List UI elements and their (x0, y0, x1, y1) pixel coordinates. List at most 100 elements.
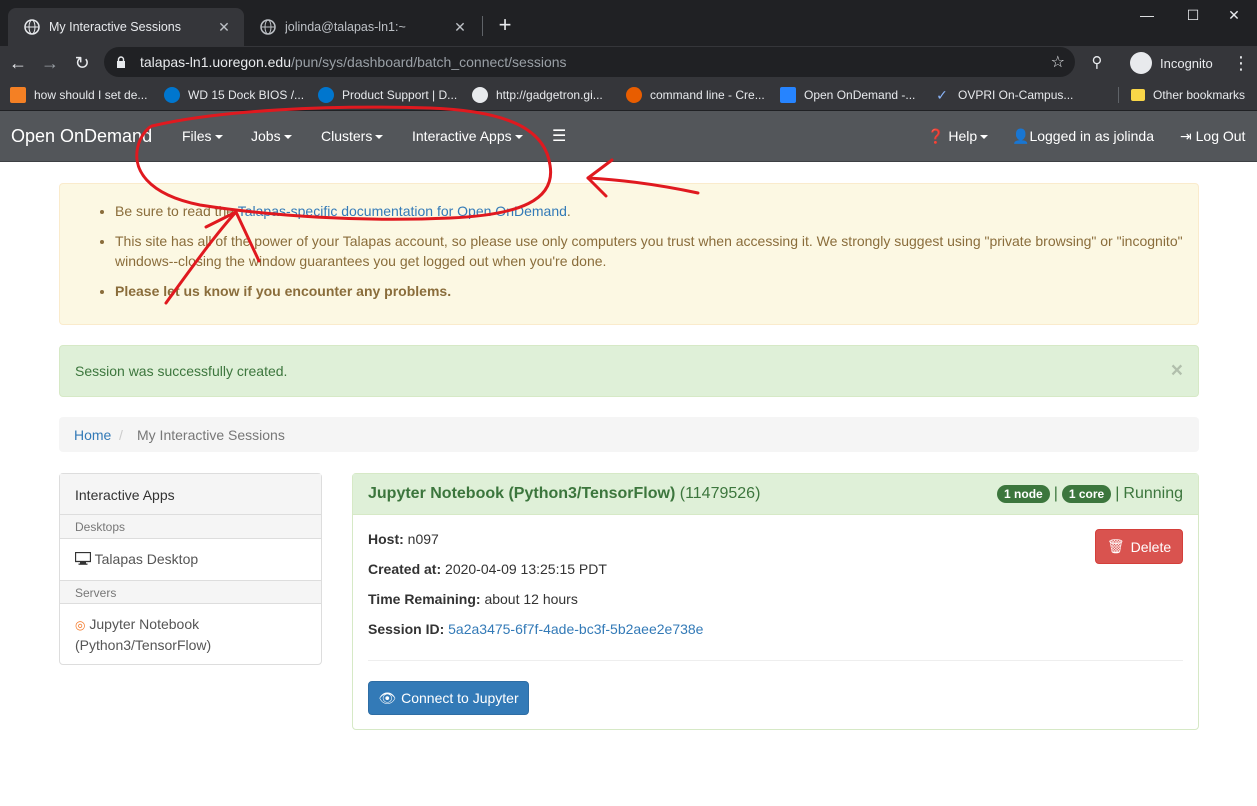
caret-down-icon (283, 135, 292, 140)
bookmark-item[interactable]: http://gadgetron.gi... (472, 85, 603, 105)
time-remaining-value: about 12 hours (484, 591, 578, 607)
other-bookmarks-label: Other bookmarks (1153, 88, 1246, 102)
url-path: /pun/sys/dashboard/batch_connect/session… (291, 54, 567, 70)
incognito-icon (1130, 52, 1152, 74)
help-menu[interactable]: ❓ Help (927, 128, 989, 145)
sidebar-header: Interactive Apps (60, 474, 321, 515)
bookmark-label: OVPRI On-Campus... (958, 88, 1074, 102)
announcement-text: . (566, 203, 571, 219)
sidebar-item-talapas-desktop[interactable]: Talapas Desktop (74, 549, 199, 569)
other-bookmarks[interactable]: Other bookmarks (1131, 85, 1245, 105)
minimize-button[interactable]: — (1124, 4, 1170, 28)
bookmark-label: http://gadgetron.gi... (496, 88, 603, 102)
close-tab-icon[interactable]: ✕ (216, 19, 232, 36)
jobs-menu-label: Jobs (251, 128, 281, 144)
bookmark-separator (1118, 87, 1119, 103)
delete-label: Delete (1130, 538, 1172, 555)
bookmark-label: command line - Cre... (650, 88, 765, 102)
nodes-badge: 1 node (997, 485, 1050, 503)
logged-in-label: Logged in as jolinda (1029, 128, 1154, 144)
connect-label: Connect to Jupyter (401, 690, 519, 706)
sidebar-category-servers: Servers (60, 580, 321, 604)
breadcrumb-home-link[interactable]: Home (74, 427, 111, 443)
browser-toolbar: ← → ↻ talapas-ln1.uoregon.edu/pun/sys/da… (0, 46, 1257, 79)
created-info: Created at: 2020-04-09 13:25:15 PDT (368, 561, 607, 577)
cores-badge: 1 core (1061, 485, 1112, 503)
jobs-menu[interactable]: Jobs (251, 128, 292, 144)
bookmark-label: Product Support | D... (342, 88, 458, 102)
dell-icon (318, 87, 334, 103)
logged-in-user: 👤Logged in as jolinda (1012, 128, 1154, 145)
sidebar-item-jupyter[interactable]: ◎ Jupyter Notebook (Python3/TensorFlow) (75, 614, 211, 655)
bookmark-star-icon[interactable]: ☆ (1051, 52, 1065, 72)
brand-link[interactable]: Open OnDemand (11, 126, 152, 147)
breadcrumb-current: My Interactive Sessions (137, 427, 285, 443)
host-info: Host: n097 (368, 531, 439, 547)
incognito-indicator[interactable]: Incognito (1130, 50, 1213, 76)
documentation-link[interactable]: Talapas-specific documentation for Open … (238, 203, 567, 219)
address-bar[interactable]: talapas-ln1.uoregon.edu/pun/sys/dashboar… (104, 47, 1075, 77)
globe-icon (472, 87, 488, 103)
sidebar-item-label: (Python3/TensorFlow) (75, 637, 212, 653)
time-remaining-label: Time Remaining: (368, 591, 481, 607)
confluence-icon (780, 87, 796, 103)
bookmark-item[interactable]: WD 15 Dock BIOS /... (164, 85, 304, 105)
folder-icon (1131, 89, 1145, 101)
session-title: Jupyter Notebook (Python3/TensorFlow) (1… (368, 485, 760, 503)
created-label: Created at: (368, 561, 442, 577)
question-circle-icon: ❓ (927, 128, 945, 144)
dismiss-alert-button[interactable]: × (1171, 359, 1183, 383)
bookmark-item[interactable]: how should I set de... (10, 85, 147, 105)
trash-icon: 🗑 (1106, 538, 1125, 554)
tab-title: jolinda@talapas-ln1:~ (285, 20, 406, 34)
delete-button[interactable]: 🗑 Delete (1095, 529, 1183, 564)
bookmark-item[interactable]: command line - Cre... (626, 85, 765, 105)
search-icon[interactable]: ⚲ (1084, 50, 1110, 76)
maximize-button[interactable]: ☐ (1170, 4, 1216, 28)
clusters-menu-label: Clusters (321, 128, 373, 144)
lock-icon (117, 56, 125, 68)
reload-icon[interactable]: ↻ (69, 50, 95, 76)
dell-icon (164, 87, 180, 103)
bookmark-label: WD 15 Dock BIOS /... (188, 88, 305, 102)
files-menu[interactable]: Files (182, 128, 223, 144)
session-panel: Jupyter Notebook (Python3/TensorFlow) (1… (352, 473, 1199, 730)
connect-to-jupyter-button[interactable]: 👁 Connect to Jupyter (368, 681, 529, 715)
bookmark-item[interactable]: Product Support | D... (318, 85, 457, 105)
announcement-text: Be sure to read the (115, 203, 238, 219)
back-arrow-icon[interactable]: ← (5, 50, 31, 76)
session-name: Jupyter Notebook (Python3/TensorFlow) (368, 485, 676, 502)
close-window-button[interactable]: ✕ (1211, 4, 1257, 28)
forward-arrow-icon[interactable]: → (37, 50, 63, 76)
stackoverflow-icon (10, 87, 26, 103)
tab-terminal[interactable]: jolinda@talapas-ln1:~ ✕ (244, 8, 480, 46)
tab-my-interactive-sessions[interactable]: My Interactive Sessions ✕ (8, 8, 244, 46)
url-host: talapas-ln1.uoregon.edu (140, 54, 292, 70)
new-tab-button[interactable]: + (494, 12, 516, 38)
jupyter-icon: ◎ (75, 618, 86, 632)
host-label: Host: (368, 531, 404, 547)
clusters-menu[interactable]: Clusters (321, 128, 384, 144)
logout-link[interactable]: ⇥ Log Out (1180, 128, 1245, 145)
status-divider: | (1053, 485, 1058, 502)
success-alert: Session was successfully created. × (59, 345, 1199, 397)
menu-icon[interactable]: ⋮ (1228, 50, 1254, 76)
sessions-list-icon[interactable]: ☰ (552, 126, 566, 146)
bookmark-item[interactable]: Open OnDemand -... (780, 85, 915, 105)
status-divider: | (1115, 485, 1120, 502)
session-status: 1 node | 1 core | Running (993, 485, 1183, 503)
session-id-link[interactable]: 5a2a3475-6f7f-4ade-bc3f-5b2aee2e738e (448, 621, 703, 637)
sign-out-icon: ⇥ (1180, 128, 1192, 144)
sidebar-title: Interactive Apps (75, 487, 175, 503)
caret-down-icon (214, 135, 223, 140)
sidebar-item-label: Talapas Desktop (94, 551, 199, 567)
eye-icon: 👁 (378, 689, 397, 706)
close-tab-icon[interactable]: ✕ (452, 19, 468, 36)
bookmark-item[interactable]: ✓ OVPRI On-Campus... (934, 85, 1073, 105)
success-message: Session was successfully created. (75, 363, 288, 379)
interactive-apps-menu[interactable]: Interactive Apps (412, 128, 523, 144)
browser-tab-strip: My Interactive Sessions ✕ jolinda@talapa… (0, 0, 1257, 46)
url-text: talapas-ln1.uoregon.edu/pun/sys/dashboar… (140, 54, 567, 70)
created-value: 2020-04-09 13:25:15 PDT (445, 561, 607, 577)
host-value: n097 (407, 531, 439, 547)
